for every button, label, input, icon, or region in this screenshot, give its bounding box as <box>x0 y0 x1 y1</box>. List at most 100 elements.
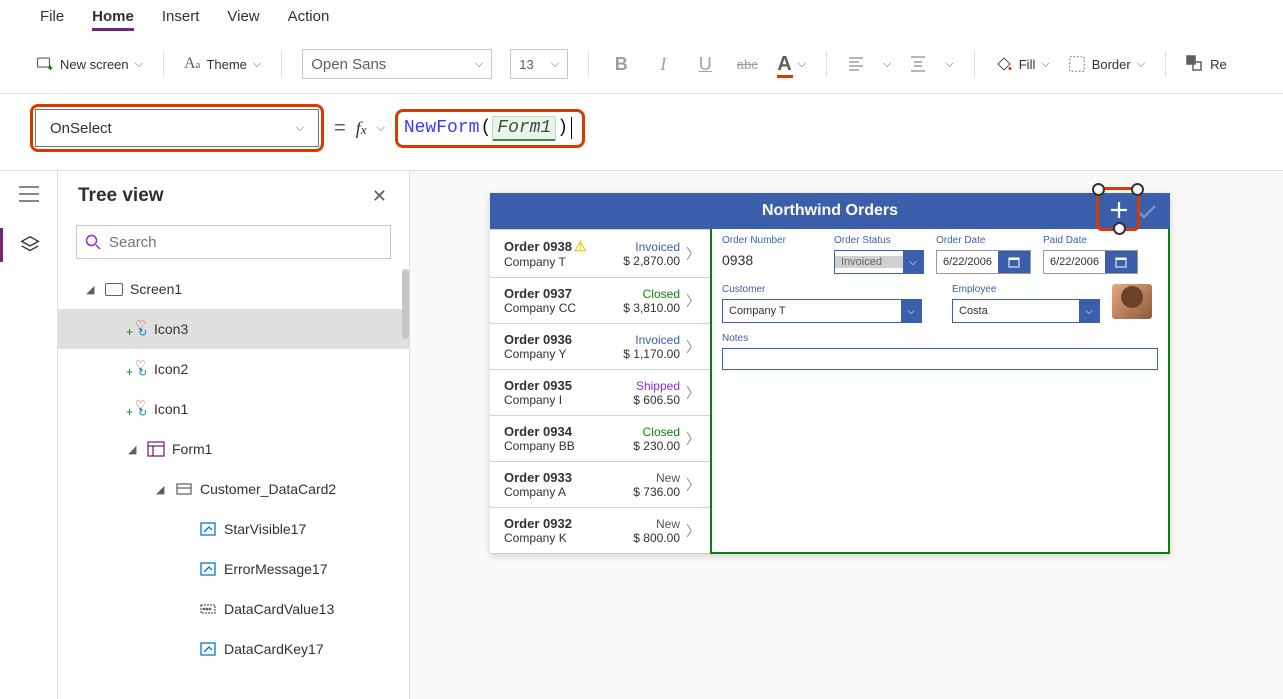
italic-button[interactable]: I <box>651 54 675 75</box>
formula-input[interactable]: NewForm( Form1 ) <box>404 116 572 141</box>
tree-item-form1[interactable]: ◢ Form1 <box>58 429 409 469</box>
border-button[interactable]: Border ⌵ <box>1068 55 1145 73</box>
tree-item-icon2[interactable]: ♡+↻ Icon2 <box>58 349 409 389</box>
tree-item-value[interactable]: DataCardValue13 <box>58 589 409 629</box>
left-rail <box>0 171 58 699</box>
add-icon[interactable] <box>1108 199 1130 226</box>
menu-home[interactable]: Home <box>92 8 134 31</box>
tree-item-key[interactable]: DataCardKey17 <box>58 629 409 669</box>
app-preview: Northwind Orders Order 0938⚠Company TInv… <box>490 193 1170 554</box>
customer-dropdown[interactable]: Company T ⌵ <box>722 299 922 323</box>
app-titlebar: Northwind Orders <box>490 193 1170 229</box>
order-row[interactable]: Order 0933Company ANew$ 736.00〉 <box>490 462 710 508</box>
chevron-right-icon: 〉 <box>680 244 700 264</box>
control-icon: ♡+↻ <box>128 401 148 417</box>
fontcolor-button[interactable]: A ⌵ <box>777 53 806 76</box>
tree: ◢ Screen1 ♡+↻ Icon3 ♡+↻ Icon2 ♡+↻ Icon1 … <box>58 269 409 699</box>
chevron-down-icon: ⌵ <box>903 251 923 273</box>
toolbar: New screen ⌵ Aa Theme ⌵ Open Sans ⌵ 13 ⌵… <box>0 37 1283 94</box>
menu-bar: File Home Insert View Action <box>0 0 1283 37</box>
hamburger-icon[interactable] <box>18 185 40 206</box>
reorder-icon <box>1186 55 1204 73</box>
order-form: Order Number 0938 Order Status Invoiced … <box>710 229 1170 554</box>
menu-action[interactable]: Action <box>288 8 330 31</box>
chevron-right-icon: 〉 <box>680 337 700 357</box>
check-icon[interactable] <box>1136 201 1158 228</box>
valign-icon[interactable] <box>909 55 927 73</box>
edit-icon <box>198 561 218 577</box>
order-gallery[interactable]: Order 0938⚠Company TInvoiced$ 2,870.00〉O… <box>490 229 710 554</box>
status-label: Order Status <box>834 235 924 246</box>
order-row[interactable]: Order 0937Company CCClosed$ 3,810.00〉 <box>490 278 710 324</box>
underline-button[interactable]: U <box>693 54 717 75</box>
search-icon <box>85 234 101 250</box>
paiddate-picker[interactable]: 6/22/2006 <box>1043 250 1138 274</box>
chevron-down-icon[interactable]: ⌵ <box>376 122 384 135</box>
order-row[interactable]: Order 0935Company IShipped$ 606.50〉 <box>490 370 710 416</box>
chevron-down-icon: ⌵ <box>798 58 806 71</box>
order-row[interactable]: Order 0938⚠Company TInvoiced$ 2,870.00〉 <box>490 229 710 278</box>
chevron-down-icon: ⌵ <box>551 58 559 71</box>
ordernum-value: 0938 <box>722 250 822 268</box>
tree-item-datacard[interactable]: ◢ Customer_DataCard2 <box>58 469 409 509</box>
property-selector[interactable]: OnSelect ⌵ <box>35 109 319 147</box>
orderdate-picker[interactable]: 6/22/2006 <box>936 250 1031 274</box>
chevron-right-icon: 〉 <box>680 429 700 449</box>
canvas: Northwind Orders Order 0938⚠Company TInv… <box>410 171 1283 699</box>
screen-icon <box>105 283 123 296</box>
notes-input[interactable] <box>722 348 1158 370</box>
calendar-icon <box>998 251 1030 273</box>
screen-plus-icon <box>36 55 54 73</box>
new-screen-button[interactable]: New screen ⌵ <box>36 55 143 73</box>
order-row[interactable]: Order 0932Company KNew$ 800.00〉 <box>490 508 710 554</box>
tree-view-panel: Tree view ✕ ◢ Screen1 ♡+↻ Icon3 ♡+↻ Icon… <box>58 171 410 699</box>
treeview-rail-button[interactable] <box>0 228 57 262</box>
border-icon <box>1068 55 1086 73</box>
chevron-right-icon: 〉 <box>680 521 700 541</box>
notes-label: Notes <box>722 333 1158 344</box>
tree-item-icon1[interactable]: ♡+↻ Icon1 <box>58 389 409 429</box>
tree-item-screen[interactable]: ◢ Screen1 <box>58 269 409 309</box>
tree-view-title: Tree view <box>78 185 164 207</box>
chevron-down-icon: ⌵ <box>1137 58 1145 71</box>
tree-item-star[interactable]: StarVisible17 <box>58 509 409 549</box>
layers-icon <box>19 234 41 256</box>
datacard-icon <box>174 481 194 497</box>
menu-view[interactable]: View <box>227 8 259 31</box>
formula-bar: OnSelect ⌵ = fx ⌵ NewForm( Form1 ) <box>0 94 1283 170</box>
fill-button[interactable]: Fill ⌵ <box>995 55 1050 73</box>
chevron-down-icon: ⌵ <box>475 58 483 71</box>
order-row[interactable]: Order 0936Company YInvoiced$ 1,170.00〉 <box>490 324 710 370</box>
chevron-down-icon: ⌵ <box>296 122 304 135</box>
employee-avatar <box>1112 284 1152 319</box>
control-icon: ♡+↻ <box>128 321 148 337</box>
reorder-button[interactable]: Re <box>1186 55 1227 73</box>
status-dropdown[interactable]: Invoiced ⌵ <box>834 250 924 274</box>
scrollbar-thumb[interactable] <box>402 269 409 339</box>
employee-label: Employee <box>952 284 1100 295</box>
close-icon[interactable]: ✕ <box>372 186 387 207</box>
equals-sign: = <box>334 117 346 140</box>
ordernum-label: Order Number <box>722 235 822 246</box>
strike-button[interactable]: abc <box>735 57 759 72</box>
chevron-down-icon: ⌵ <box>1041 58 1049 71</box>
orderdate-label: Order Date <box>936 235 1031 246</box>
chevron-right-icon: 〉 <box>680 475 700 495</box>
employee-dropdown[interactable]: Costa ⌵ <box>952 299 1100 323</box>
menu-file[interactable]: File <box>40 8 64 31</box>
tree-item-icon3[interactable]: ♡+↻ Icon3 <box>58 309 409 349</box>
font-selector[interactable]: Open Sans ⌵ <box>302 49 492 79</box>
tree-item-error[interactable]: ErrorMessage17 <box>58 549 409 589</box>
chevron-right-icon: 〉 <box>680 291 700 311</box>
align-icon[interactable] <box>847 55 865 73</box>
theme-button[interactable]: Aa Theme ⌵ <box>184 55 261 73</box>
bold-button[interactable]: B <box>609 54 633 75</box>
chevron-down-icon: ⌵ <box>945 58 953 71</box>
tree-search-input[interactable] <box>109 234 382 251</box>
menu-insert[interactable]: Insert <box>162 8 200 31</box>
customer-label: Customer <box>722 284 922 295</box>
edit-icon <box>198 521 218 537</box>
tree-search[interactable] <box>76 225 391 259</box>
order-row[interactable]: Order 0934Company BBClosed$ 230.00〉 <box>490 416 710 462</box>
fontsize-selector[interactable]: 13 ⌵ <box>510 49 568 79</box>
